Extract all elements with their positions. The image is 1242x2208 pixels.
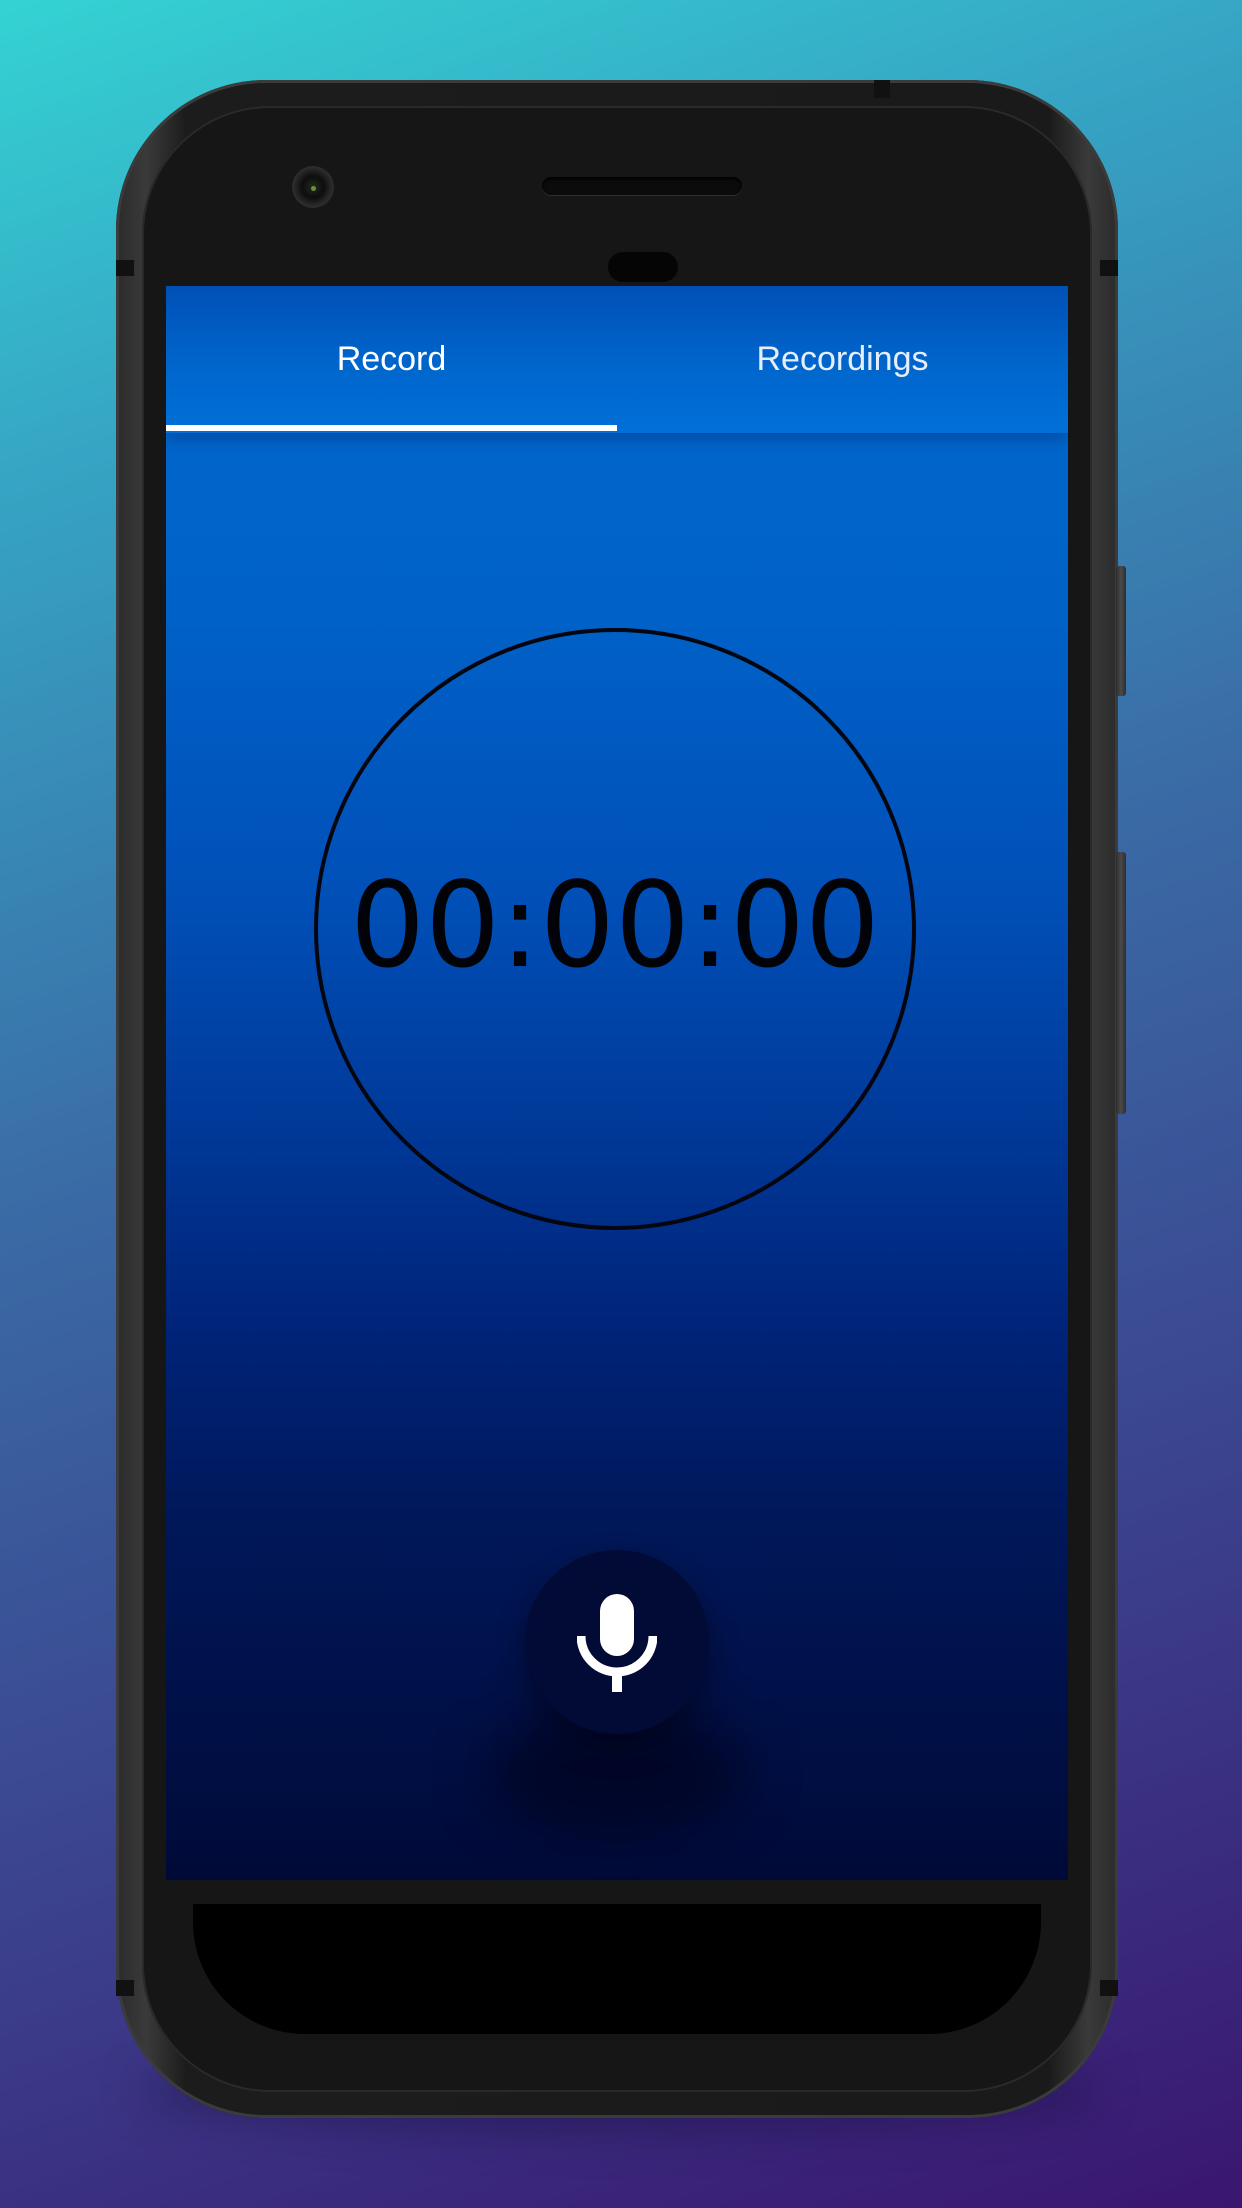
proximity-sensor xyxy=(608,252,678,282)
volume-button[interactable] xyxy=(1116,852,1126,1114)
tab-selected-indicator xyxy=(166,425,617,431)
antenna-band xyxy=(116,1980,134,1996)
tab-record[interactable]: Record xyxy=(166,286,617,433)
antenna-band xyxy=(1100,260,1118,276)
power-button[interactable] xyxy=(1116,566,1126,696)
front-camera-icon xyxy=(294,168,332,206)
microphone-icon xyxy=(577,1594,657,1692)
tab-recordings-label: Recordings xyxy=(756,340,929,378)
app-screen: Record Recordings 00:00:00 xyxy=(166,286,1068,1880)
tab-bar: Record Recordings xyxy=(166,286,1068,433)
antenna-band xyxy=(1100,1980,1118,1996)
tab-record-label: Record xyxy=(336,340,447,378)
tab-recordings[interactable]: Recordings xyxy=(617,286,1068,433)
antenna-band xyxy=(116,260,134,276)
bottom-bezel xyxy=(193,1904,1041,2034)
record-button[interactable] xyxy=(525,1550,709,1734)
timer-display: 00:00:00 xyxy=(350,856,880,994)
earpiece-speaker xyxy=(542,177,742,195)
timer-circle: 00:00:00 xyxy=(314,628,916,1230)
antenna-band xyxy=(874,80,890,98)
